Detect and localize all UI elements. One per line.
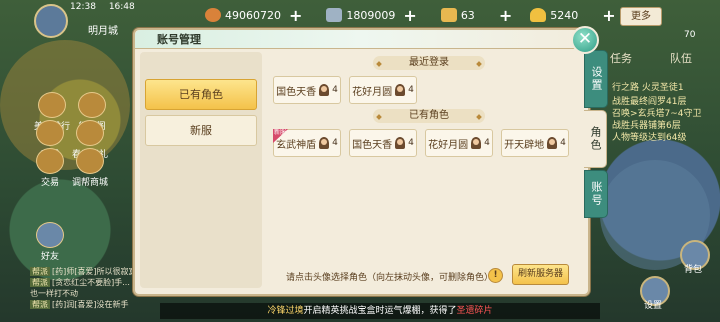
player-clock: 12:38 16:48 — [70, 2, 135, 12]
resource-copper: 49060720 + — [205, 6, 302, 25]
role-list-panel: 最近登录 国色天香 4 花好月圆 4 已有角色 新服 玄武神盾 4 国色天香 4… — [269, 52, 583, 288]
close-icon[interactable]: ✕ — [571, 26, 599, 54]
chat-text: [药]润[喜爱]没在新手 — [52, 300, 129, 309]
gold-ingot-icon — [530, 8, 547, 22]
gold-ingot-value: 5240 — [550, 8, 579, 22]
gold-paper-icon — [440, 8, 457, 22]
chat-text: [贪恋红尘不要脸]手... — [52, 278, 130, 287]
silver-ticket-icon — [326, 8, 343, 22]
chat-tag: 帮派 — [30, 267, 50, 276]
info-icon[interactable]: ! — [488, 268, 503, 283]
tab-owned-roles[interactable]: 已有角色 — [145, 79, 257, 110]
role-avatar-icon — [319, 137, 330, 149]
system-time: 12:38 — [70, 2, 96, 12]
shop-icon — [36, 120, 64, 146]
tab-new-server[interactable]: 新服 — [145, 115, 257, 146]
resource-gold-paper: 63 + — [440, 6, 512, 25]
friends-icon — [36, 222, 64, 248]
resource-silver: 1809009 + — [326, 6, 417, 25]
copper-coin-icon — [205, 8, 221, 22]
role-count: 4 — [332, 85, 338, 95]
game-clock: 16:48 — [108, 2, 135, 12]
role-server-name: 花好月圆 — [352, 86, 393, 98]
gift-icon — [76, 120, 104, 146]
add-gold-paper-button[interactable]: + — [499, 6, 512, 25]
dialog-left-menu: 已有角色 新服 — [140, 52, 262, 288]
recent-role-card[interactable]: 国色天香 4 — [273, 76, 341, 104]
role-count: 4 — [484, 138, 490, 148]
treasure-icon — [78, 92, 106, 118]
left-icon-trade[interactable]: 交易 — [30, 148, 70, 188]
role-server-name: 花好月圆 — [428, 139, 469, 151]
dialog-title: 账号管理 — [157, 33, 201, 46]
account-dialog: 账号管理 已有角色 新服 最近登录 国色天香 4 花好月圆 4 已有角色 新服 … — [133, 28, 590, 296]
role-count: 4 — [560, 138, 566, 148]
recent-role-card[interactable]: 花好月圆 4 — [349, 76, 417, 104]
left-icon-label: 交易 — [40, 178, 59, 188]
role-avatar-icon — [395, 137, 406, 149]
role-server-name: 国色天香 — [352, 139, 393, 151]
select-role-hint: 请点击头像选择角色（向左抹动头像，可删除角色） — [286, 273, 494, 283]
level-badge: 70 — [684, 30, 696, 40]
quest-line[interactable]: 人物等级达到64级 — [612, 130, 686, 143]
add-silver-button[interactable]: + — [403, 6, 416, 25]
resource-gold-ingot: 5240 + — [530, 6, 616, 25]
add-copper-button[interactable]: + — [289, 6, 302, 25]
ticker-text: 开启精英挑战宝盒时运气爆棚，获得了 — [303, 306, 457, 316]
ticker-item: 圣遗碎片 — [456, 306, 493, 316]
system-announcement: 冷锋过境开启精英挑战宝盒时运气爆棚，获得了圣遗碎片 — [160, 303, 600, 319]
role-count: 4 — [408, 138, 414, 148]
chat-text: 也一样打不动 — [30, 289, 78, 298]
gold-paper-value: 63 — [460, 8, 475, 22]
guild-shop-icon — [76, 148, 104, 174]
owned-role-card[interactable]: 国色天香 4 — [349, 129, 417, 157]
quest-line[interactable]: 行之路 火灵圣徒1 — [612, 80, 684, 93]
left-icon-label: 好友 — [40, 252, 59, 262]
left-icon-friends[interactable]: 好友 — [30, 222, 70, 262]
side-tab-account[interactable]: 账号 — [584, 170, 608, 218]
role-avatar-icon — [471, 137, 482, 149]
chat-tag: 帮派 — [30, 300, 50, 309]
recent-login-title: 最近登录 — [373, 56, 485, 70]
side-tab-settings[interactable]: 设置 — [584, 50, 608, 108]
copper-value: 49060720 — [225, 8, 281, 22]
settings-label: 设置 — [644, 301, 663, 311]
more-button[interactable]: 更多 — [620, 7, 662, 26]
owned-role-card[interactable]: 花好月圆 4 — [425, 129, 493, 157]
left-icon-label: 调帮商城 — [71, 178, 108, 188]
owned-role-card[interactable]: 新服 玄武神盾 4 — [273, 129, 341, 157]
dialog-header — [135, 30, 588, 49]
location-name: 明月城 — [88, 26, 118, 37]
left-icon-guild-shop[interactable]: 调帮商城 — [70, 148, 110, 188]
owned-roles-title: 已有角色 — [373, 109, 485, 123]
role-avatar-icon — [395, 84, 406, 96]
role-server-name: 玄武神盾 — [276, 139, 317, 151]
chat-text: [药]师[喜爱]所以很寂寞 — [52, 267, 137, 276]
role-avatar-icon — [547, 137, 558, 149]
side-tab-role[interactable]: 角色 — [584, 110, 607, 168]
ticker-player: 冷锋过境 — [267, 306, 304, 316]
chat-tag: 帮派 — [30, 278, 50, 287]
role-count: 4 — [408, 85, 414, 95]
add-gold-ingot-button[interactable]: + — [602, 6, 615, 25]
backpack-label: 背包 — [684, 265, 703, 275]
role-count: 4 — [332, 138, 338, 148]
food-ranking-icon — [38, 92, 66, 118]
trade-icon — [36, 148, 64, 174]
resource-bar: 49060720 + 1809009 + 63 + 5240 + — [205, 4, 630, 26]
role-avatar-icon — [319, 84, 330, 96]
tab-team[interactable]: 队伍 — [670, 50, 692, 68]
role-server-name: 开天辟地 — [504, 139, 545, 151]
player-avatar[interactable] — [34, 4, 68, 38]
role-server-name: 国色天香 — [276, 86, 317, 98]
silver-value: 1809009 — [346, 8, 396, 22]
owned-role-card[interactable]: 开天辟地 4 — [501, 129, 569, 157]
tab-tasks[interactable]: 任务 — [610, 50, 632, 68]
refresh-server-button[interactable]: 刷新服务器 — [512, 264, 569, 285]
